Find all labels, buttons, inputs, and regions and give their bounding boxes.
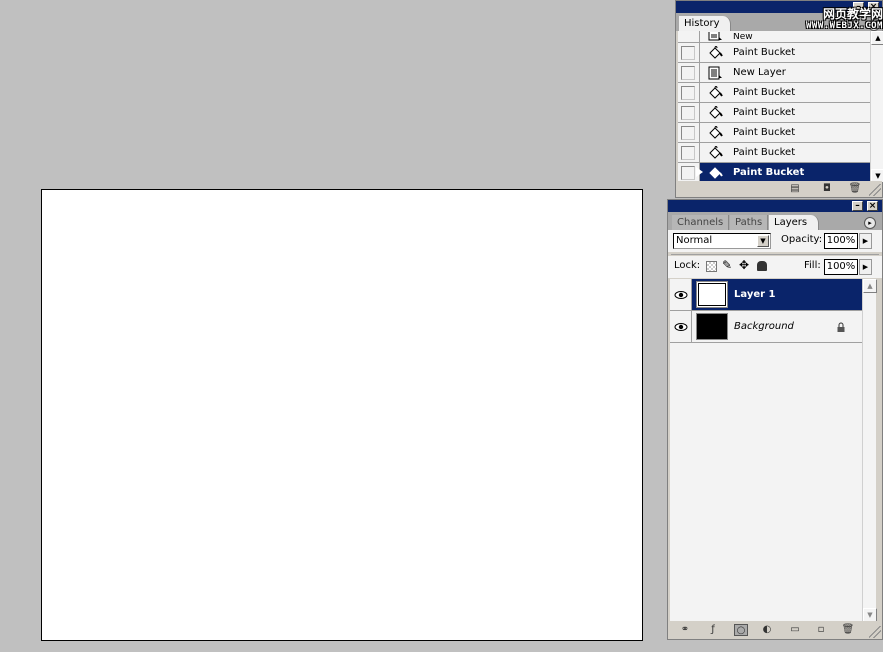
- history-item[interactable]: New Layer: [678, 63, 870, 83]
- layer-row-background[interactable]: Background: [670, 311, 862, 343]
- layers-scrollbar[interactable]: ▲ ▼: [862, 279, 877, 622]
- watermark-chinese: 网页教学网: [822, 7, 883, 21]
- create-snapshot-icon[interactable]: ◘: [820, 183, 834, 195]
- lock-row: Lock: ✎ ✥ Fill: 100% ▶: [668, 256, 882, 278]
- divider: [671, 254, 879, 255]
- add-mask-icon[interactable]: ○: [734, 624, 748, 636]
- history-item[interactable]: Paint Bucket: [678, 83, 870, 103]
- delete-layer-icon[interactable]: 🗑: [841, 624, 855, 636]
- blend-mode-value: Normal: [676, 235, 713, 246]
- new-layer-icon: [700, 63, 730, 82]
- layer-name[interactable]: Background: [734, 321, 836, 332]
- history-item-label: New: [733, 32, 753, 41]
- new-document-from-state-icon[interactable]: ▤: [788, 183, 802, 195]
- history-item[interactable]: Paint Bucket: [678, 103, 870, 123]
- history-item-label: Paint Bucket: [733, 147, 796, 158]
- scroll-up-button[interactable]: ▲: [871, 31, 883, 45]
- history-item-label: Paint Bucket: [733, 87, 796, 98]
- lock-label: Lock:: [674, 260, 701, 271]
- document-canvas[interactable]: [41, 189, 643, 641]
- new-group-icon[interactable]: ▭: [788, 624, 802, 636]
- history-item-label: New Layer: [733, 67, 786, 78]
- paint-bucket-icon: [696, 163, 730, 182]
- tab-layers[interactable]: Layers: [769, 215, 819, 230]
- snapshot-source-checkbox[interactable]: [678, 31, 700, 42]
- layer-thumbnail: [696, 281, 728, 308]
- tab-channels[interactable]: Channels: [672, 215, 730, 230]
- history-item[interactable]: Paint Bucket: [678, 123, 870, 143]
- layers-footer: ⚭ ƒ ○ ◐ ▭ ▫ 🗑: [668, 621, 882, 639]
- tab-paths[interactable]: Paths: [730, 215, 769, 230]
- panel-menu-button[interactable]: ▸: [864, 217, 876, 229]
- layer-row-layer-1[interactable]: Layer 1: [670, 279, 862, 311]
- watermark: 网页教学网 WWW.WEBJX.COM: [806, 7, 883, 31]
- resize-grip[interactable]: [869, 184, 881, 196]
- paint-bucket-icon: [700, 43, 730, 62]
- resize-grip[interactable]: [869, 626, 881, 638]
- visibility-eye-icon[interactable]: [670, 311, 692, 342]
- history-item[interactable]: Paint Bucket: [678, 43, 870, 63]
- history-scrollbar[interactable]: ▲ ▼: [870, 31, 883, 183]
- snapshot-source-checkbox[interactable]: [678, 43, 700, 62]
- snapshot-source-checkbox[interactable]: [678, 103, 700, 122]
- layers-list: Layer 1 Background: [670, 279, 862, 622]
- new-layer-icon[interactable]: ▫: [814, 624, 828, 636]
- history-footer: ▤ ◘ 🗑: [676, 181, 882, 197]
- adjustment-layer-icon[interactable]: ◐: [760, 624, 774, 636]
- history-list: New Paint Bucket New Layer Paint Bucket: [678, 31, 870, 183]
- layers-panel: – × Channels Paths Layers ▸ Normal ▼ Opa…: [667, 199, 883, 640]
- layers-titlebar[interactable]: [668, 200, 882, 212]
- tab-history[interactable]: History: [679, 16, 731, 31]
- fill-field[interactable]: 100%: [824, 259, 858, 275]
- layer-name[interactable]: Layer 1: [734, 289, 862, 300]
- paint-bucket-icon: [700, 123, 730, 142]
- scroll-down-button[interactable]: ▼: [863, 608, 877, 622]
- scroll-up-button[interactable]: ▲: [863, 279, 877, 293]
- layer-lock-icon: [837, 322, 845, 332]
- fill-slider-button[interactable]: ▶: [859, 259, 872, 275]
- minimize-button[interactable]: –: [852, 201, 863, 211]
- history-item[interactable]: Paint Bucket: [678, 143, 870, 163]
- history-item[interactable]: New: [678, 31, 870, 43]
- chevron-down-icon[interactable]: ▼: [757, 235, 769, 247]
- history-state-slider-icon[interactable]: [696, 167, 703, 177]
- lock-pixels-brush-icon[interactable]: ✎: [722, 258, 732, 272]
- lock-transparency-icon[interactable]: [706, 261, 717, 272]
- layer-style-icon[interactable]: ƒ: [706, 624, 720, 636]
- layer-thumbnail: [696, 313, 728, 340]
- paint-bucket-icon: [700, 143, 730, 162]
- fill-label: Fill:: [804, 260, 821, 271]
- delete-state-icon[interactable]: 🗑: [848, 183, 862, 195]
- opacity-field[interactable]: 100%: [824, 233, 858, 249]
- blend-mode-select[interactable]: Normal ▼: [673, 233, 771, 249]
- snapshot-source-checkbox[interactable]: [678, 143, 700, 162]
- blend-row: Normal ▼ Opacity: 100% ▶: [668, 230, 882, 252]
- link-layers-icon[interactable]: ⚭: [678, 624, 692, 636]
- history-item-selected[interactable]: Paint Bucket: [678, 163, 870, 183]
- history-item-label: Paint Bucket: [730, 163, 870, 182]
- snapshot-source-checkbox[interactable]: [678, 63, 700, 82]
- lock-position-move-icon[interactable]: ✥: [739, 258, 749, 272]
- paint-bucket-icon: [700, 83, 730, 102]
- close-button[interactable]: ×: [867, 201, 878, 211]
- opacity-label: Opacity:: [781, 234, 823, 245]
- new-doc-icon: [700, 31, 730, 42]
- visibility-eye-icon[interactable]: [670, 279, 692, 310]
- snapshot-source-checkbox[interactable]: [678, 83, 700, 102]
- snapshot-source-checkbox[interactable]: [678, 123, 700, 142]
- paint-bucket-icon: [700, 103, 730, 122]
- history-item-label: Paint Bucket: [733, 107, 796, 118]
- lock-all-icon[interactable]: [757, 261, 767, 271]
- history-item-label: Paint Bucket: [733, 47, 796, 58]
- watermark-url: WWW.WEBJX.COM: [806, 21, 883, 31]
- layers-tabstrip: Channels Paths Layers: [668, 212, 882, 230]
- opacity-slider-button[interactable]: ▶: [859, 233, 872, 249]
- history-item-label: Paint Bucket: [733, 127, 796, 138]
